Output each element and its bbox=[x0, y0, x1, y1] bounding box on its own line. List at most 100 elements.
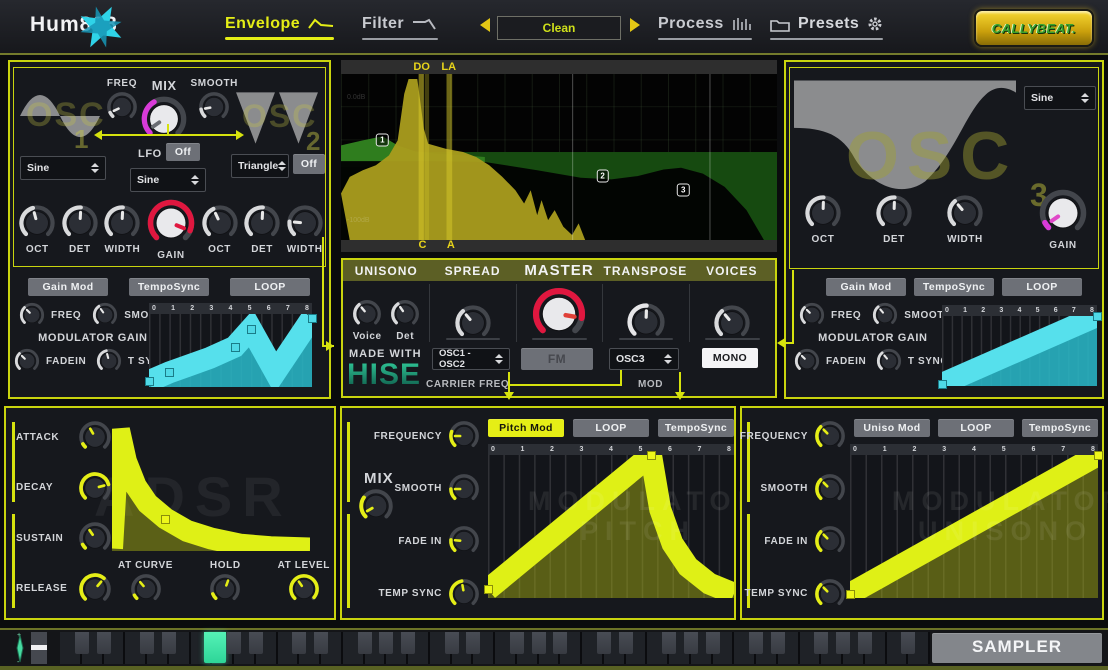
uni-temp-sync-knob-dial[interactable] bbox=[814, 578, 846, 610]
osc1-det-knob-dial[interactable] bbox=[61, 204, 99, 242]
osc2-det-knob[interactable]: DET bbox=[243, 204, 281, 255]
temposync-button[interactable]: TempoSync bbox=[914, 278, 994, 296]
gainmod-right-freq-knob[interactable]: FREQ bbox=[794, 302, 866, 328]
gain_mod_right-plot[interactable] bbox=[942, 316, 1097, 386]
unisono_mod-plot[interactable] bbox=[850, 455, 1098, 598]
osc1-wave-select[interactable]: Sine bbox=[20, 156, 106, 180]
adsr-at-level-knob[interactable]: AT LEVEL bbox=[278, 560, 330, 605]
uni-frequency-knob[interactable]: FREQUENCY bbox=[740, 420, 846, 452]
adsr-sustain-knob[interactable]: SUSTAIN bbox=[16, 521, 112, 555]
pitch_mod-plot[interactable] bbox=[488, 455, 734, 598]
osc2-oct-knob[interactable]: OCT bbox=[201, 204, 239, 255]
black-key[interactable] bbox=[814, 632, 828, 654]
fm-button[interactable]: FM bbox=[521, 348, 593, 370]
black-key[interactable] bbox=[227, 632, 241, 654]
voices-knob-dial[interactable] bbox=[713, 304, 751, 342]
adsr-at-level-knob-dial[interactable] bbox=[288, 573, 320, 605]
adsr-attack-knob[interactable]: ATTACK bbox=[16, 420, 112, 454]
pitch-mod-curve[interactable]: 012345678 bbox=[488, 444, 734, 598]
sampler-button[interactable]: SAMPLER bbox=[932, 633, 1102, 663]
pitch-temp-sync-knob[interactable]: TEMP SYNC bbox=[378, 578, 480, 610]
osc12-gain-knob-dial[interactable] bbox=[146, 198, 196, 248]
osc3-gain-knob-dial[interactable] bbox=[1038, 188, 1088, 238]
tab-envelope[interactable]: Envelope bbox=[225, 15, 334, 33]
uni-fade-in-knob-dial[interactable] bbox=[814, 525, 846, 557]
osc3-gain-knob[interactable]: GAIN bbox=[1038, 188, 1088, 251]
osc12-gain-knob[interactable]: GAIN bbox=[146, 198, 196, 261]
gain_mod_left-handle[interactable] bbox=[165, 368, 174, 377]
mono-button[interactable]: MONO bbox=[702, 348, 758, 368]
pitch-mod-button[interactable]: Pitch Mod bbox=[488, 419, 564, 437]
gainmod-right-freq-knob-dial[interactable] bbox=[799, 302, 825, 328]
black-key[interactable] bbox=[401, 632, 415, 654]
process-button[interactable]: Process bbox=[658, 15, 752, 33]
adsr-decay-knob-dial[interactable] bbox=[78, 471, 112, 505]
loop-button[interactable]: LOOP bbox=[573, 419, 649, 437]
uniso-mod-button[interactable]: Uniso Mod bbox=[854, 419, 930, 437]
voices-knob[interactable] bbox=[713, 304, 751, 342]
temposync-button[interactable]: TempoSync bbox=[658, 419, 734, 437]
gainmod-right-fadein-knob-dial[interactable] bbox=[794, 348, 820, 374]
osc2-det-knob-dial[interactable] bbox=[243, 204, 281, 242]
lfo-off-button[interactable]: Off bbox=[166, 143, 200, 161]
carrier-select[interactable]: OSC1 - OSC2 bbox=[432, 348, 510, 370]
gain-mod-curve-left[interactable]: 012345678 bbox=[149, 303, 312, 387]
adsr-at-curve-knob-dial[interactable] bbox=[130, 573, 162, 605]
pitch-smooth-knob[interactable]: SMOOTH bbox=[395, 473, 481, 505]
adsr-attack-knob-dial[interactable] bbox=[78, 420, 112, 454]
gain-mod-button[interactable]: Gain Mod bbox=[28, 278, 108, 296]
gain-mod-curve-right[interactable]: 012345678 bbox=[942, 305, 1097, 386]
spread-knob[interactable] bbox=[454, 304, 492, 342]
osc3-det-knob[interactable]: DET bbox=[875, 194, 913, 245]
adsr-release-knob[interactable]: RELEASE bbox=[16, 572, 112, 606]
transpose-knob[interactable] bbox=[626, 302, 666, 342]
adsr-sustain-knob-dial[interactable] bbox=[78, 521, 112, 555]
black-key[interactable] bbox=[619, 632, 633, 654]
loop-button[interactable]: LOOP bbox=[938, 419, 1014, 437]
gear-icon[interactable] bbox=[867, 16, 883, 32]
master-gain-knob[interactable] bbox=[531, 286, 587, 342]
loop-button[interactable]: LOOP bbox=[1002, 278, 1082, 296]
eq-band-marker-3[interactable]: 3 bbox=[677, 184, 689, 197]
unisono-det-knob-dial[interactable] bbox=[390, 299, 420, 329]
osc1-width-knob-dial[interactable] bbox=[103, 204, 141, 242]
pitch-fade-in-knob[interactable]: FADE IN bbox=[398, 525, 480, 557]
gainmod-right-smooth-knob-dial[interactable] bbox=[872, 302, 898, 328]
osc3-oct-knob-dial[interactable] bbox=[804, 194, 842, 232]
black-key[interactable] bbox=[706, 632, 720, 654]
uni-smooth-knob[interactable]: SMOOTH bbox=[761, 473, 847, 505]
pressed-key[interactable] bbox=[204, 632, 226, 663]
pitch-smooth-knob-dial[interactable] bbox=[448, 473, 480, 505]
gain_mod_left-handle[interactable] bbox=[231, 343, 240, 352]
spread-knob-dial[interactable] bbox=[454, 304, 492, 342]
unisono-det-knob[interactable]: Det bbox=[390, 299, 420, 342]
gainmod-left-smooth-knob-dial[interactable] bbox=[92, 302, 118, 328]
osc1-det-knob[interactable]: DET bbox=[61, 204, 99, 255]
preset-prev-button[interactable] bbox=[480, 18, 490, 32]
freq-knob-dial[interactable] bbox=[106, 91, 138, 123]
black-key[interactable] bbox=[553, 632, 567, 654]
uni-smooth-knob-dial[interactable] bbox=[814, 473, 846, 505]
black-key[interactable] bbox=[162, 632, 176, 654]
black-key[interactable] bbox=[901, 632, 915, 654]
osc3-oct-knob[interactable]: OCT bbox=[804, 194, 842, 245]
gainmod-right-tsync-knob[interactable]: T SYNC bbox=[872, 348, 952, 374]
gain_mod_right-handle[interactable] bbox=[1093, 312, 1102, 321]
uni-temp-sync-knob[interactable]: TEMP SYNC bbox=[744, 578, 846, 610]
pitch-fade-in-knob-dial[interactable] bbox=[448, 525, 480, 557]
gain-mod-button[interactable]: Gain Mod bbox=[826, 278, 906, 296]
black-key[interactable] bbox=[510, 632, 524, 654]
loop-button[interactable]: LOOP bbox=[230, 278, 310, 296]
black-key[interactable] bbox=[771, 632, 785, 654]
black-key[interactable] bbox=[379, 632, 393, 654]
osc2-wave-select[interactable]: Triangle bbox=[231, 154, 289, 178]
osc2-width-knob-dial[interactable] bbox=[286, 204, 324, 242]
black-key[interactable] bbox=[358, 632, 372, 654]
gainmod-left-tsync-knob-dial[interactable] bbox=[96, 348, 122, 374]
master-gain-knob-dial[interactable] bbox=[531, 286, 587, 342]
adsr-envelope-curve[interactable] bbox=[112, 426, 310, 551]
gainmod-right-tsync-knob-dial[interactable] bbox=[876, 348, 902, 374]
gainmod-right-fadein-knob[interactable]: FADEIN bbox=[794, 348, 866, 374]
black-key[interactable] bbox=[597, 632, 611, 654]
eq-band-marker-2[interactable]: 2 bbox=[596, 170, 608, 183]
